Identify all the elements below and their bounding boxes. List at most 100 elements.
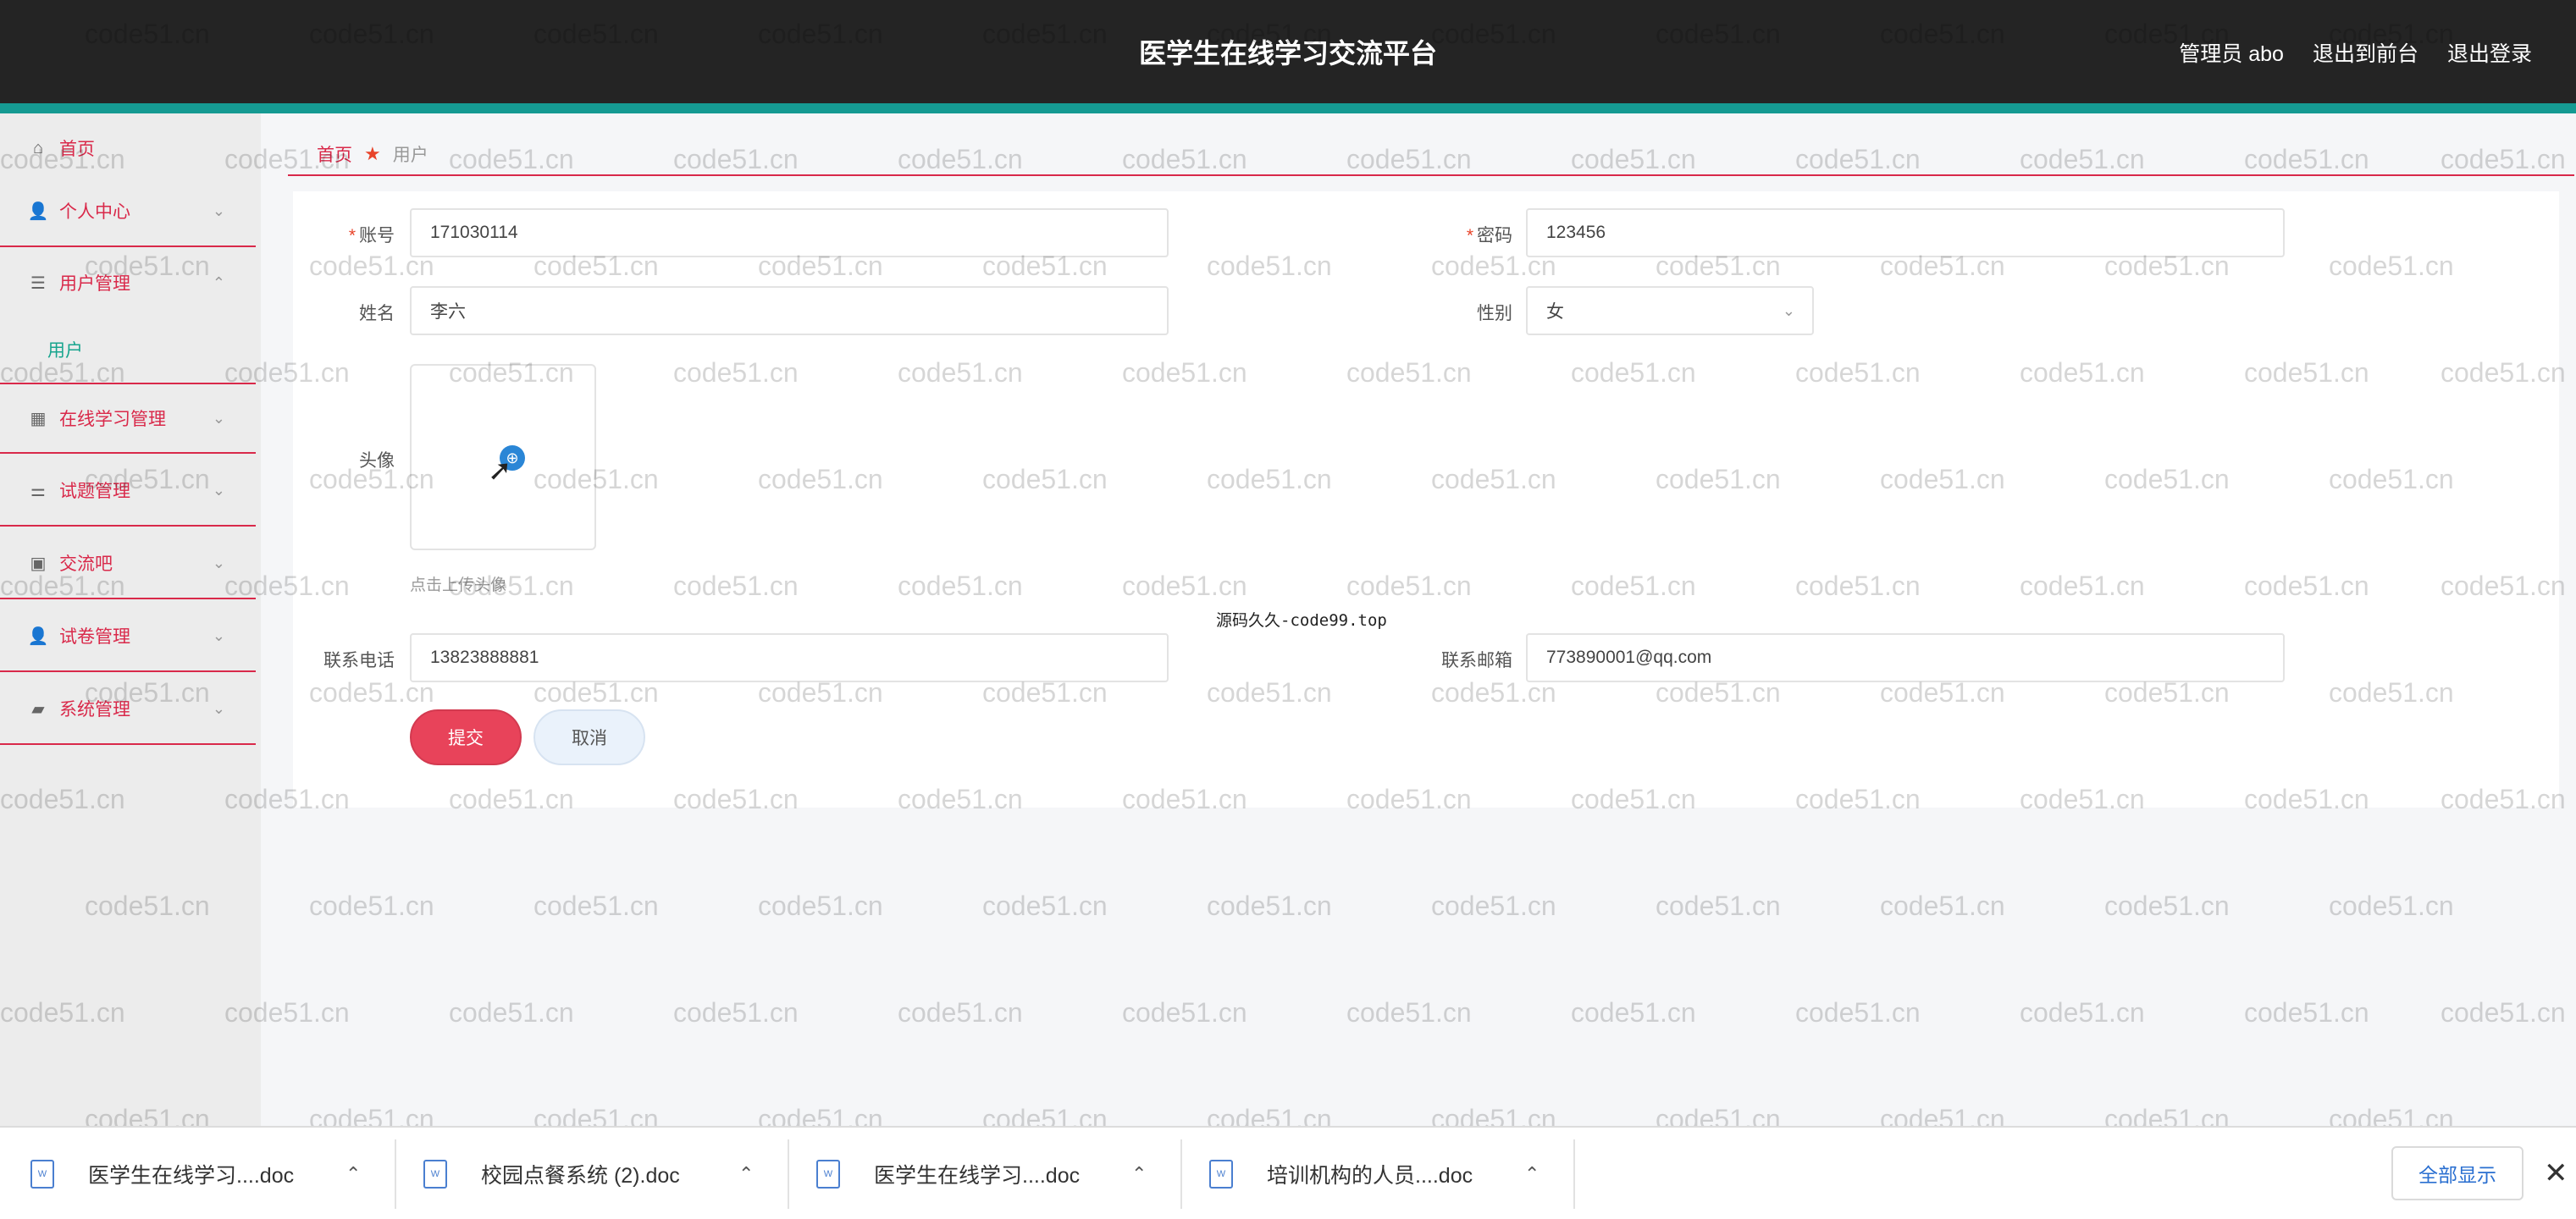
watermark-text: code51.cn	[898, 997, 1023, 1028]
gender-select[interactable]: 女 ⌄	[1526, 286, 1814, 335]
cancel-button[interactable]: 取消	[533, 709, 645, 765]
sidebar-item-online-learning[interactable]: ▦ 在线学习管理 ⌄	[0, 383, 256, 454]
chevron-down-icon: ⌄	[212, 481, 225, 499]
mouse-cursor-icon: ➚	[488, 455, 512, 487]
chevron-up-icon[interactable]: ⌃	[1131, 1163, 1147, 1185]
chevron-down-icon: ⌄	[212, 699, 225, 717]
user-icon: 👤	[27, 626, 49, 646]
sidebar: ⌂ 首页 👤 个人中心 ⌄ ☰ 用户管理 ⌃ 用户 ▦ 在线学习管理 ⌄ ⚌ 试…	[0, 113, 261, 1126]
chevron-up-icon[interactable]: ⌃	[345, 1163, 361, 1185]
chevron-down-icon: ⌄	[1782, 301, 1795, 319]
submit-button[interactable]: 提交	[410, 709, 522, 765]
chevron-down-icon: ⌄	[212, 554, 225, 571]
watermark-text: code51.cn	[1571, 997, 1696, 1028]
download-filename: 培训机构的人员....doc	[1267, 1164, 1473, 1188]
watermark-text: code51.cn	[1122, 997, 1247, 1028]
show-all-downloads-button[interactable]: 全部显示	[2391, 1146, 2523, 1200]
divider	[395, 1139, 396, 1209]
doc-file-icon: W	[30, 1160, 54, 1189]
sidebar-item-label: 个人中心	[59, 202, 130, 222]
sidebar-item-system-management[interactable]: ▰ 系统管理 ⌄	[0, 674, 256, 745]
name-label: 姓名	[359, 304, 395, 323]
sidebar-item-question-management[interactable]: ⚌ 试题管理 ⌄	[0, 455, 256, 527]
download-bar: W 医学生在线学习....doc ⌃ W 校园点餐系统 (2).doc ⌃ W …	[0, 1126, 2576, 1219]
name-input[interactable]: 李六	[410, 286, 1169, 335]
avatar-upload-hint: 点击上传头像	[410, 576, 507, 594]
password-input[interactable]: 123456	[1526, 208, 2285, 257]
logout-link[interactable]: 退出登录	[2447, 37, 2532, 68]
sidebar-item-exam-paper-management[interactable]: 👤 试卷管理 ⌄	[0, 601, 256, 672]
phone-label: 联系电话	[323, 651, 395, 670]
sidebar-item-label: 试卷管理	[59, 627, 130, 647]
sidebar-item-label: 交流吧	[59, 554, 113, 574]
sidebar-item-personal-center[interactable]: 👤 个人中心 ⌄	[0, 176, 256, 247]
sidebar-item-label: 试题管理	[59, 482, 130, 501]
watermark-text: code51.cn	[2020, 997, 2145, 1028]
watermark-text: code51.cn	[1880, 891, 2005, 921]
watermark-text: code51.cn	[2329, 891, 2454, 921]
email-label: 联系邮箱	[1441, 651, 1512, 670]
account-label: * 账号	[348, 226, 395, 245]
watermark-text: code51.cn	[1346, 997, 1472, 1028]
download-item[interactable]: W 医学生在线学习....doc ⌃	[816, 1128, 1147, 1219]
watermark-text: code51.cn	[2441, 997, 2566, 1028]
admin-user-link[interactable]: 管理员 abo	[2179, 37, 2284, 68]
avatar-label: 头像	[359, 451, 395, 471]
grid-icon: ▦	[30, 409, 47, 428]
divider	[1180, 1139, 1182, 1209]
sidebar-item-home[interactable]: ⌂ 首页	[0, 124, 256, 173]
chevron-up-icon: ⌃	[212, 273, 225, 291]
download-filename: 医学生在线学习....doc	[88, 1164, 295, 1188]
clipboard-icon: ▣	[30, 554, 47, 573]
chevron-down-icon: ⌄	[212, 409, 225, 427]
breadcrumb-home[interactable]: 首页	[317, 141, 352, 167]
sidebar-item-label: 在线学习管理	[59, 410, 166, 429]
watermark-text: code51.cn	[758, 891, 883, 921]
briefcase-icon: ▰	[31, 699, 45, 719]
email-input[interactable]: 773890001@qq.com	[1526, 633, 2285, 682]
watermark-text: code51.cn	[2244, 997, 2369, 1028]
top-nav: 管理员 abo 退出到前台 退出登录	[2179, 37, 2532, 68]
breadcrumb-current: 用户	[392, 146, 428, 165]
gender-select-value: 女	[1546, 302, 1564, 322]
list-icon: ☰	[30, 273, 46, 293]
chevron-down-icon: ⌄	[212, 626, 225, 644]
breadcrumb: 首页 ★ 用户	[288, 134, 2574, 176]
download-item[interactable]: W 校园点餐系统 (2).doc ⌃	[423, 1128, 754, 1219]
watermark-text: code51.cn	[673, 997, 799, 1028]
header-accent-bar	[0, 103, 2576, 113]
phone-input[interactable]: 13823888881	[410, 633, 1169, 682]
chevron-down-icon: ⌄	[212, 201, 225, 219]
user-icon: 👤	[27, 201, 49, 221]
account-input[interactable]: 171030114	[410, 208, 1169, 257]
download-item[interactable]: W 培训机构的人员....doc ⌃	[1209, 1128, 1540, 1219]
download-filename: 校园点餐系统 (2).doc	[481, 1164, 680, 1188]
sidebar-item-label: 首页	[59, 140, 95, 159]
top-header: 医学生在线学习交流平台 管理员 abo 退出到前台 退出登录	[0, 0, 2576, 103]
home-icon: ⌂	[32, 138, 44, 157]
sidebar-item-label: 系统管理	[59, 700, 130, 720]
doc-file-icon: W	[1209, 1160, 1233, 1189]
sidebar-item-user-management[interactable]: ☰ 用户管理 ⌃	[0, 247, 256, 318]
doc-file-icon: W	[423, 1160, 447, 1189]
sidebar-subitem-user[interactable]: 用户	[47, 337, 83, 362]
gender-label: 性别	[1477, 304, 1512, 323]
download-item[interactable]: W 医学生在线学习....doc ⌃	[30, 1128, 361, 1219]
back-to-frontend-link[interactable]: 退出到前台	[2313, 37, 2418, 68]
close-icon[interactable]: ✕	[2544, 1156, 2568, 1190]
doc-file-icon: W	[816, 1160, 840, 1189]
watermark-text: code51.cn	[1795, 997, 1921, 1028]
watermark-text: code51.cn	[2104, 891, 2230, 921]
sidebar-item-label: 用户管理	[59, 274, 130, 294]
watermark-text: code51.cn	[1656, 891, 1781, 921]
chevron-up-icon[interactable]: ⌃	[1524, 1163, 1540, 1185]
sidebar-item-forum[interactable]: ▣ 交流吧 ⌄	[0, 528, 256, 599]
watermark-text: code51.cn	[449, 997, 574, 1028]
divider	[1573, 1139, 1575, 1209]
sliders-icon: ⚌	[30, 481, 46, 500]
password-label: * 密码	[1466, 226, 1512, 245]
watermark-text: code51.cn	[1207, 891, 1332, 921]
chevron-up-icon[interactable]: ⌃	[738, 1163, 754, 1185]
watermark-text: code51.cn	[309, 891, 434, 921]
star-icon: ★	[364, 143, 381, 164]
